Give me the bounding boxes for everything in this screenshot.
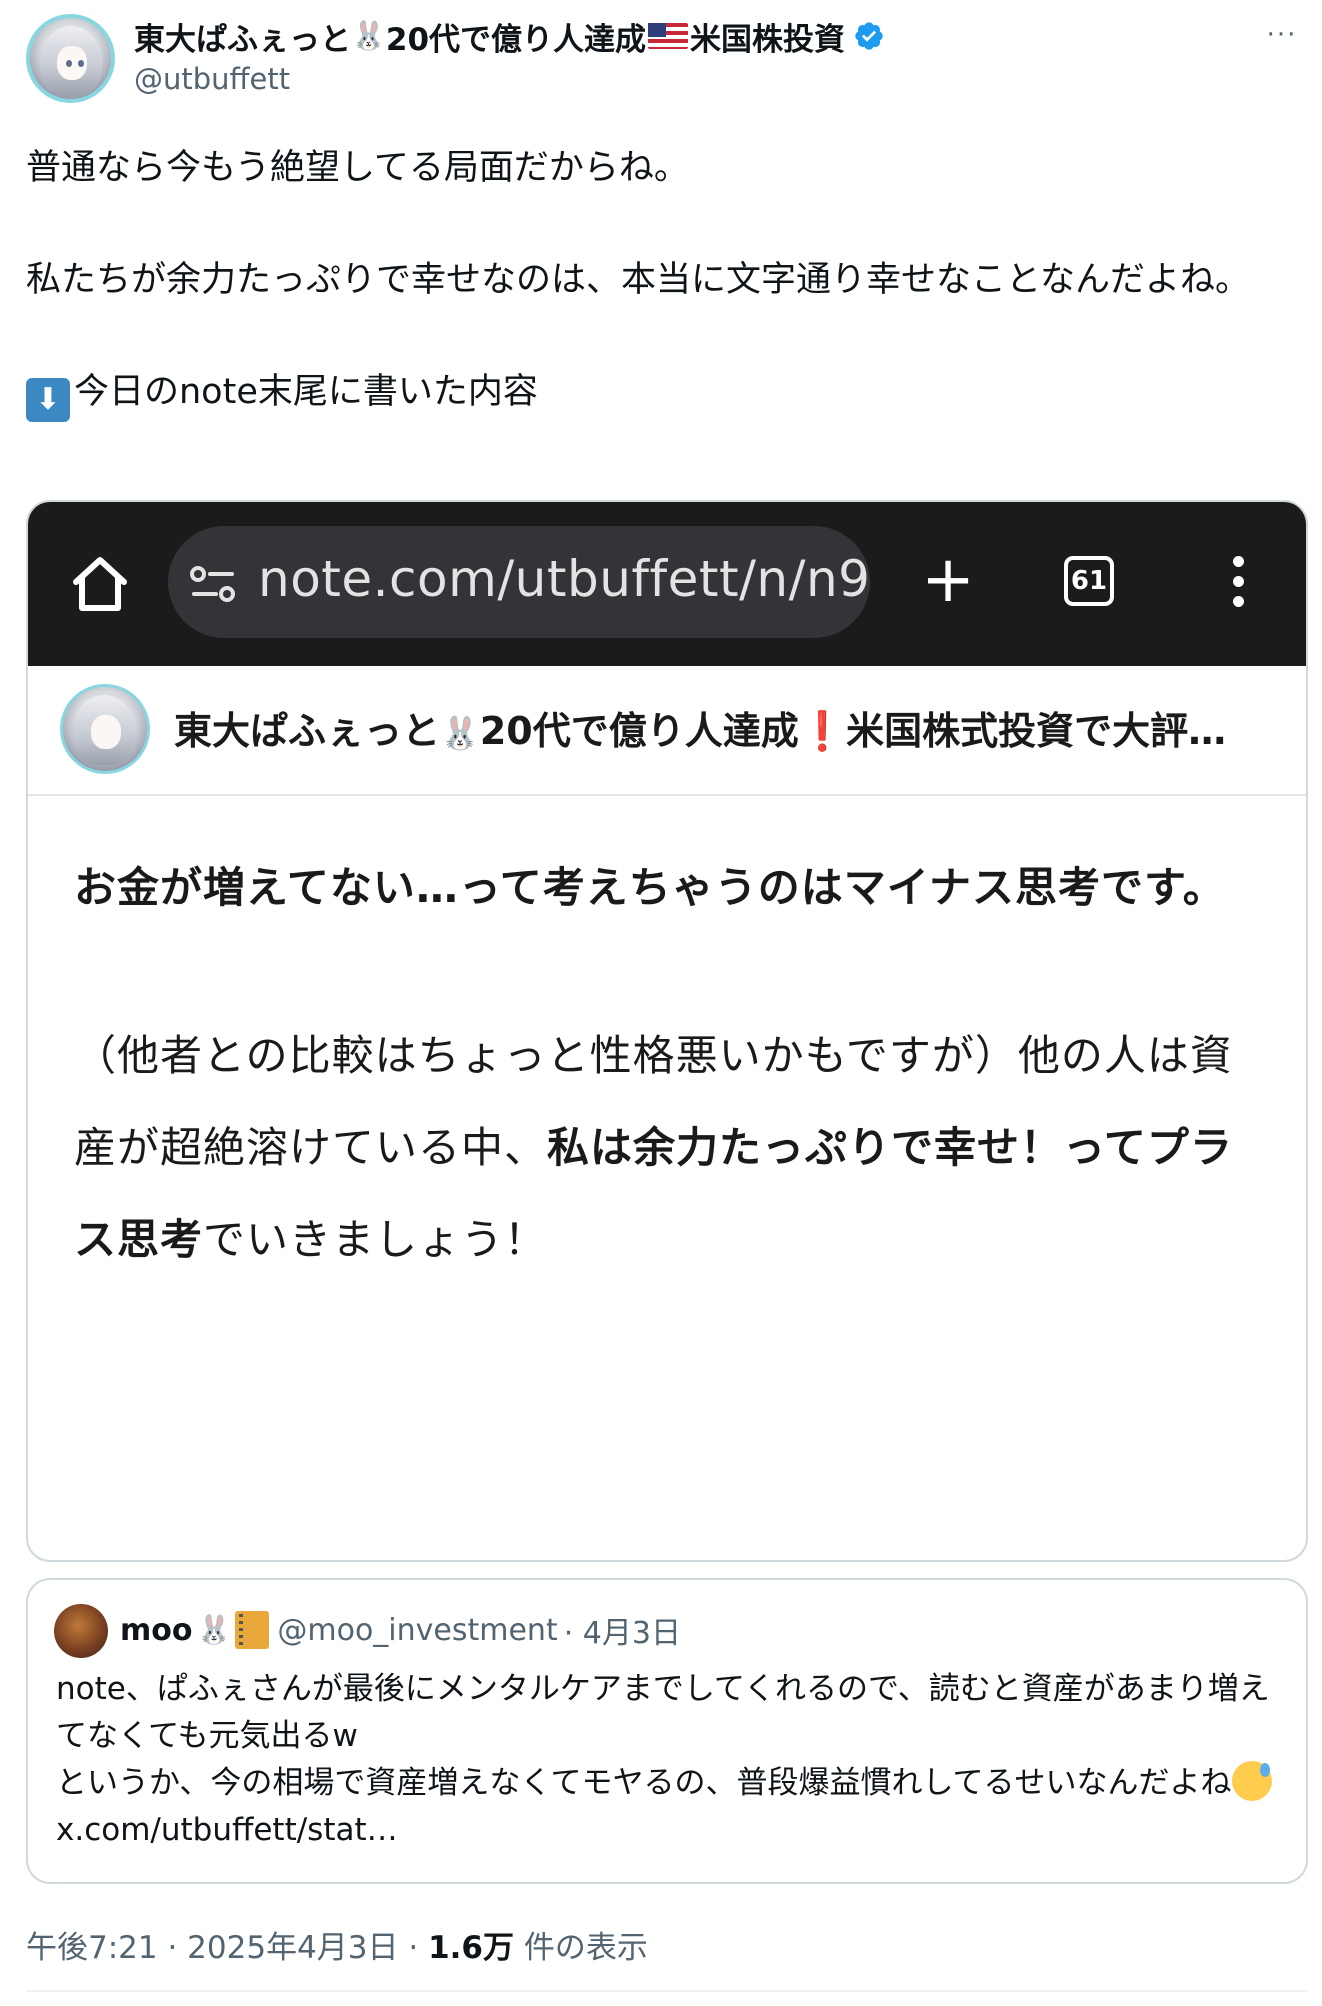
tab-count-icon: 61 (1064, 556, 1114, 606)
author-handle[interactable]: @utbuffett (134, 62, 290, 96)
us-flag-icon (648, 23, 689, 49)
site-settings-icon (190, 566, 235, 602)
tweet-text-line3: ⬇ 今日のnote末尾に書いた内容 (26, 364, 1306, 422)
note-body: お金が増えてない…って考えちゃうのはマイナス思考です。 （他者との比較はちょっと… (74, 842, 1264, 1286)
note-title-part1: 東大ぱふぇっと (174, 709, 441, 753)
author-avatar[interactable] (26, 14, 115, 103)
rabbit-icon: 🐰 (351, 19, 386, 52)
avatar-eye (66, 60, 72, 67)
author-name-part3: 米国株投資 (690, 21, 846, 58)
quote-header: moo 🐰 @moo_investment · 4月3日 (120, 1600, 681, 1660)
note-header: 東大ぱふぇっと🐰20代で億り人達成❗米国株式投資で大評… (28, 666, 1306, 796)
tweet-timestamp[interactable]: 午後7:21 · 2025年4月3日 · (26, 1930, 428, 1966)
quote-text-line1: note、ぱふぇさんが最後にメンタルケアまでしてくれるので、読むと資産があまり増… (56, 1671, 1270, 1754)
quote-author-handle: @moo_investment (277, 1612, 558, 1648)
exclamation-icon: ❗ (798, 709, 847, 753)
address-bar: note.com/utbuffett/n/n9bf (168, 526, 870, 638)
note-paragraph: （他者との比較はちょっと性格悪いかもですが）他の人は資産が超絶溶けている中、私は… (74, 1010, 1264, 1286)
author-display-name[interactable]: 東大ぱふぇっと 🐰 20代で億り人達成 米国株投資 (134, 14, 885, 58)
verified-badge-icon (855, 22, 883, 50)
note-title-part2: 20代で億り人達成 (479, 709, 799, 753)
note-paragraph-end: でいきましょう！ (203, 1215, 548, 1264)
notebook-icon (235, 1611, 270, 1649)
tweet-meta: 午後7:21 · 2025年4月3日 · 1.6万 件の表示 (26, 1922, 648, 1967)
quote-text-line2-body: というか、今の相場で資産増えなくてモヤるの、普段爆益慣れしてるせいなんだよね (56, 1765, 1232, 1801)
quote-author-name: moo (120, 1612, 193, 1648)
view-count: 1.6万 (428, 1930, 514, 1966)
quote-link[interactable]: x.com/utbuffett/stat… (56, 1812, 398, 1848)
new-tab-icon: + (921, 543, 975, 617)
avatar-eye (78, 60, 84, 67)
quote-text: note、ぱふぇさんが最後にメンタルケアまでしてくれるので、読むと資産があまり増… (56, 1666, 1286, 1854)
note-avatar (60, 684, 150, 774)
tweet-text-line1: 普通なら今もう絶望してる局面だからね。 (26, 148, 689, 188)
quoted-tweet[interactable]: moo 🐰 @moo_investment · 4月3日 note、ぱふぇさんが… (26, 1578, 1308, 1884)
tweet-text-line3-label: 今日のnote末尾に書いた内容 (74, 372, 538, 412)
quote-author-avatar (54, 1604, 108, 1658)
tweet-media-image[interactable]: note.com/utbuffett/n/n9bf + 61 東大ぱふぇっと🐰2… (26, 500, 1308, 1562)
rabbit-icon: 🐰 (440, 714, 480, 752)
author-name-part1: 東大ぱふぇっと (134, 21, 351, 58)
url-text: note.com/utbuffett/n/n9bf (258, 550, 870, 608)
home-icon (73, 557, 127, 611)
rabbit-icon: 🐰 (196, 1613, 232, 1646)
quote-date: · 4月3日 (563, 1616, 681, 1651)
down-arrow-icon: ⬇ (26, 378, 70, 422)
note-title: 東大ぱふぇっと🐰20代で億り人達成❗米国株式投資で大評… (174, 700, 1284, 755)
kebab-menu-icon (1228, 552, 1248, 616)
author-name-part2: 20代で億り人達成 (385, 21, 647, 58)
tweet-text: 普通なら今もう絶望してる局面だからね。 私たちが余力たっぷりで幸せなのは、本当に… (26, 140, 1306, 422)
sweat-smile-icon (1231, 1761, 1272, 1801)
view-count-label: 件の表示 (514, 1930, 648, 1966)
note-title-part3: 米国株式投資で大評… (846, 709, 1227, 753)
more-options-button[interactable]: ··· (1260, 20, 1304, 50)
note-heading: お金が増えてない…って考えちゃうのはマイナス思考です。 (74, 863, 1226, 912)
browser-toolbar: note.com/utbuffett/n/n9bf + 61 (28, 502, 1306, 666)
tweet-text-line2: 私たちが余力たっぷりで幸せなのは、本当に文字通り幸せなことなんだよね。 (26, 260, 1250, 300)
quote-text-line2: というか、今の相場で資産増えなくてモヤるの、普段爆益慣れしてるせいなんだよね x.… (56, 1760, 1286, 1854)
divider (26, 1990, 1308, 1992)
